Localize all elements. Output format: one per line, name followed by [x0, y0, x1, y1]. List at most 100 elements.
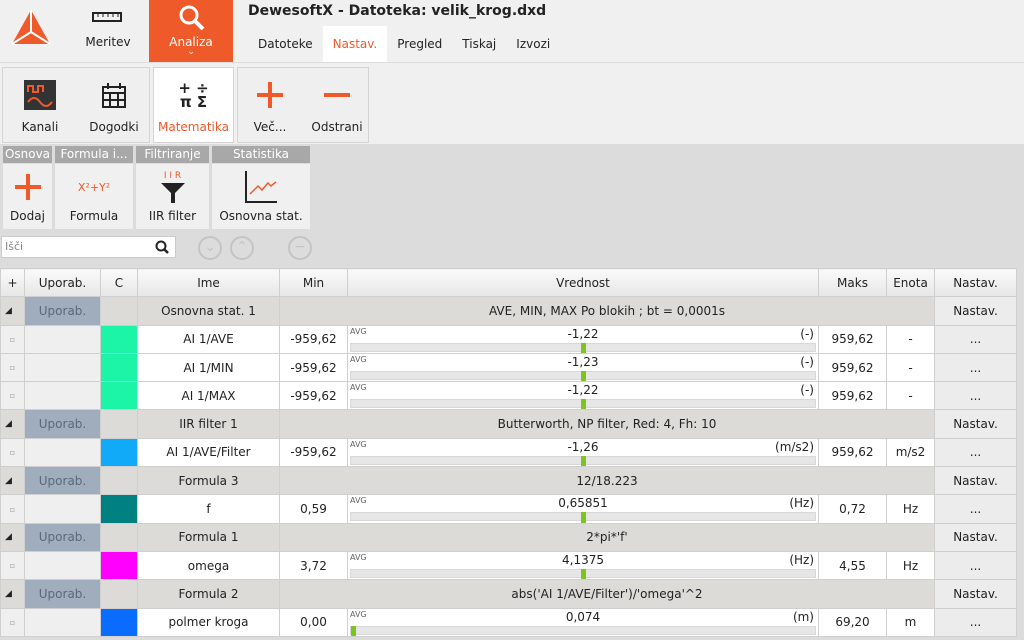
value-marker — [351, 625, 356, 636]
table-header: + Uporab. C Ime Min Vrednost Maks Enota … — [0, 267, 1017, 298]
group-settings-button[interactable]: Nastav. — [934, 409, 1017, 439]
kanali-button[interactable]: Kanali — [3, 68, 77, 142]
use-toggle[interactable]: Uporab. — [24, 466, 101, 496]
dodaj-button[interactable]: Dodaj — [3, 164, 52, 229]
remove-icon[interactable]: − — [288, 236, 312, 260]
odstrani-button[interactable]: Odstrani — [304, 68, 370, 142]
group-settings-button[interactable]: Nastav. — [934, 522, 1017, 552]
row-checkbox[interactable]: ▫ — [0, 352, 25, 383]
channel-color[interactable] — [100, 352, 138, 383]
collapse-toggle[interactable]: ◢ — [0, 466, 25, 496]
search-input[interactable]: Išči — [1, 236, 176, 258]
channel-settings-button[interactable]: ... — [934, 381, 1017, 411]
row-checkbox[interactable]: ▫ — [0, 381, 25, 411]
channel-color[interactable] — [100, 550, 138, 581]
use-toggle[interactable]: Uporab. — [24, 409, 101, 439]
collapse-toggle[interactable]: ◢ — [0, 296, 25, 326]
group-description: 2*pi*'f' — [279, 522, 935, 552]
dogodki-button[interactable]: Dogodki — [77, 68, 151, 142]
formula-button[interactable]: X²+Y² Formula — [55, 164, 133, 229]
use-toggle[interactable]: Uporab. — [24, 522, 101, 552]
group-settings-button[interactable]: Nastav. — [934, 296, 1017, 326]
collapse-toggle[interactable]: ◢ — [0, 409, 25, 439]
channel-settings-button[interactable]: ... — [934, 494, 1017, 524]
channel-settings-button[interactable]: ... — [934, 324, 1017, 354]
row-checkbox[interactable]: ▫ — [0, 607, 25, 637]
channel-settings-button[interactable]: ... — [934, 550, 1017, 581]
channel-color[interactable] — [100, 607, 138, 637]
channel-min: 0,59 — [279, 494, 348, 524]
use-toggle[interactable]: Uporab. — [24, 579, 101, 609]
ribbon: Kanali Dogodki + ÷ π Σ Matematika Več... … — [0, 62, 1024, 144]
value-text: 0,074 — [565, 609, 601, 624]
menu-pregled[interactable]: Pregled — [387, 26, 452, 62]
chevron-down-icon: ⌄ — [187, 47, 195, 57]
value-unit: (m/s2) — [775, 439, 814, 454]
move-down-icon[interactable]: ⌄ — [198, 236, 222, 260]
column-header-color[interactable]: C — [100, 267, 138, 298]
channel-max: 959,62 — [818, 324, 887, 354]
channel-unit: m/s2 — [886, 437, 935, 468]
use-cell[interactable] — [24, 494, 101, 524]
menu-datoteke[interactable]: Datoteke — [248, 26, 323, 62]
expand-all-header[interactable]: + — [0, 267, 25, 298]
group-settings-button[interactable]: Nastav. — [934, 466, 1017, 496]
column-header-enota[interactable]: Enota — [886, 267, 935, 298]
math-group-formula: Formula i... X²+Y² Formula — [55, 146, 133, 229]
column-header-vrednost[interactable]: Vrednost — [347, 267, 819, 298]
channel-settings-button[interactable]: ... — [934, 352, 1017, 383]
mode-meritev[interactable]: Meritev — [70, 0, 146, 62]
collapse-toggle[interactable]: ◢ — [0, 579, 25, 609]
channel-name: AI 1/AVE — [137, 324, 280, 354]
search-icon[interactable] — [155, 240, 169, 254]
plus-icon — [14, 174, 41, 200]
matematika-button[interactable]: + ÷ π Σ Matematika — [153, 67, 234, 143]
use-cell[interactable] — [24, 352, 101, 383]
column-header-uporab[interactable]: Uporab. — [24, 267, 101, 298]
table-row: ▫ AI 1/AVE/Filter -959,62 AVG -1,26 (m/s2) 959… — [0, 437, 1017, 468]
channel-unit: - — [886, 352, 935, 383]
channel-settings-button[interactable]: ... — [934, 607, 1017, 637]
top-bar: Meritev Analiza ⌄ DewesoftX - Datoteka: … — [0, 0, 1024, 62]
value-unit: (Hz) — [789, 496, 814, 511]
osnovna-stat-button[interactable]: Osnovna stat. — [212, 164, 310, 229]
use-cell[interactable] — [24, 550, 101, 581]
channel-value: AVG 0,65851 (Hz) — [347, 494, 819, 524]
value-bar — [350, 568, 816, 579]
use-cell[interactable] — [24, 437, 101, 468]
collapse-toggle[interactable]: ◢ — [0, 522, 25, 552]
use-toggle[interactable]: Uporab. — [24, 296, 101, 326]
channel-color[interactable] — [100, 494, 138, 524]
column-header-min[interactable]: Min — [279, 267, 348, 298]
row-checkbox[interactable]: ▫ — [0, 437, 25, 468]
group-settings-button[interactable]: Nastav. — [934, 579, 1017, 609]
menu-tiskaj[interactable]: Tiskaj — [452, 26, 506, 62]
column-header-nastav[interactable]: Nastav. — [934, 267, 1017, 298]
value-unit: (m) — [792, 609, 814, 624]
channel-color[interactable] — [100, 324, 138, 354]
use-cell[interactable] — [24, 607, 101, 637]
channel-max: 69,20 — [818, 607, 887, 637]
row-checkbox[interactable]: ▫ — [0, 550, 25, 581]
iir-filter-button[interactable]: I I R IIR filter — [136, 164, 209, 229]
mode-analiza[interactable]: Analiza ⌄ — [149, 0, 233, 62]
row-checkbox[interactable]: ▫ — [0, 494, 25, 524]
row-checkbox[interactable]: ▫ — [0, 324, 25, 354]
channel-settings-button[interactable]: ... — [934, 437, 1017, 468]
channel-color[interactable] — [100, 381, 138, 411]
column-header-ime[interactable]: Ime — [137, 267, 280, 298]
use-cell[interactable] — [24, 324, 101, 354]
column-header-maks[interactable]: Maks — [818, 267, 887, 298]
channel-unit: Hz — [886, 494, 935, 524]
button-label: Dodaj — [10, 209, 45, 223]
value-marker — [580, 399, 586, 409]
channel-name: AI 1/MAX — [137, 381, 280, 411]
menu-izvozi[interactable]: Izvozi — [506, 26, 560, 62]
math-group-osnova: Osnova Dodaj — [3, 146, 52, 229]
button-label: Formula — [69, 209, 119, 223]
move-up-icon[interactable]: ⌃ — [230, 236, 254, 260]
menu-nastav[interactable]: Nastav. — [322, 26, 388, 62]
vec-button[interactable]: Več... — [238, 68, 302, 142]
channel-color[interactable] — [100, 437, 138, 468]
use-cell[interactable] — [24, 381, 101, 411]
